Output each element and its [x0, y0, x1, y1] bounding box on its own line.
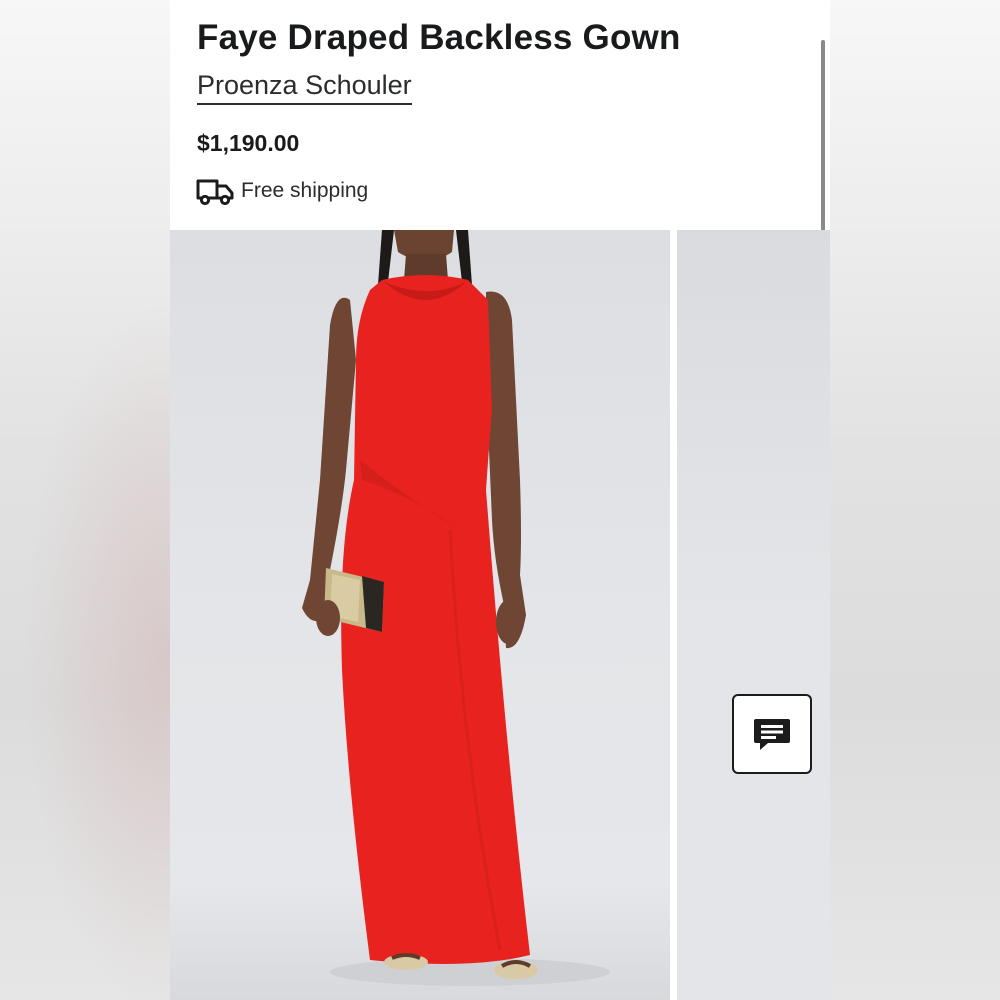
shipping-info: Free shipping [195, 174, 368, 208]
shipping-label: Free shipping [241, 179, 369, 202]
chat-button[interactable] [732, 694, 812, 774]
product-title: Faye Draped Backless Gown [197, 18, 681, 57]
product-image-next[interactable] [677, 230, 830, 1000]
chat-bubble-icon [754, 719, 790, 750]
product-price: $1,190.00 [197, 130, 300, 156]
scrollbar[interactable] [821, 40, 825, 238]
product-page: Faye Draped Backless Gown Proenza Schoul… [170, 0, 830, 1000]
brand-link[interactable]: Proenza Schouler [197, 70, 412, 105]
product-image-main[interactable] [170, 230, 670, 1000]
product-header: Faye Draped Backless Gown Proenza Schoul… [170, 0, 830, 238]
image-carousel[interactable] [170, 230, 830, 1000]
backdrop-tint [0, 240, 170, 1000]
model-in-red-gown [302, 230, 610, 986]
truck-icon [196, 179, 234, 206]
